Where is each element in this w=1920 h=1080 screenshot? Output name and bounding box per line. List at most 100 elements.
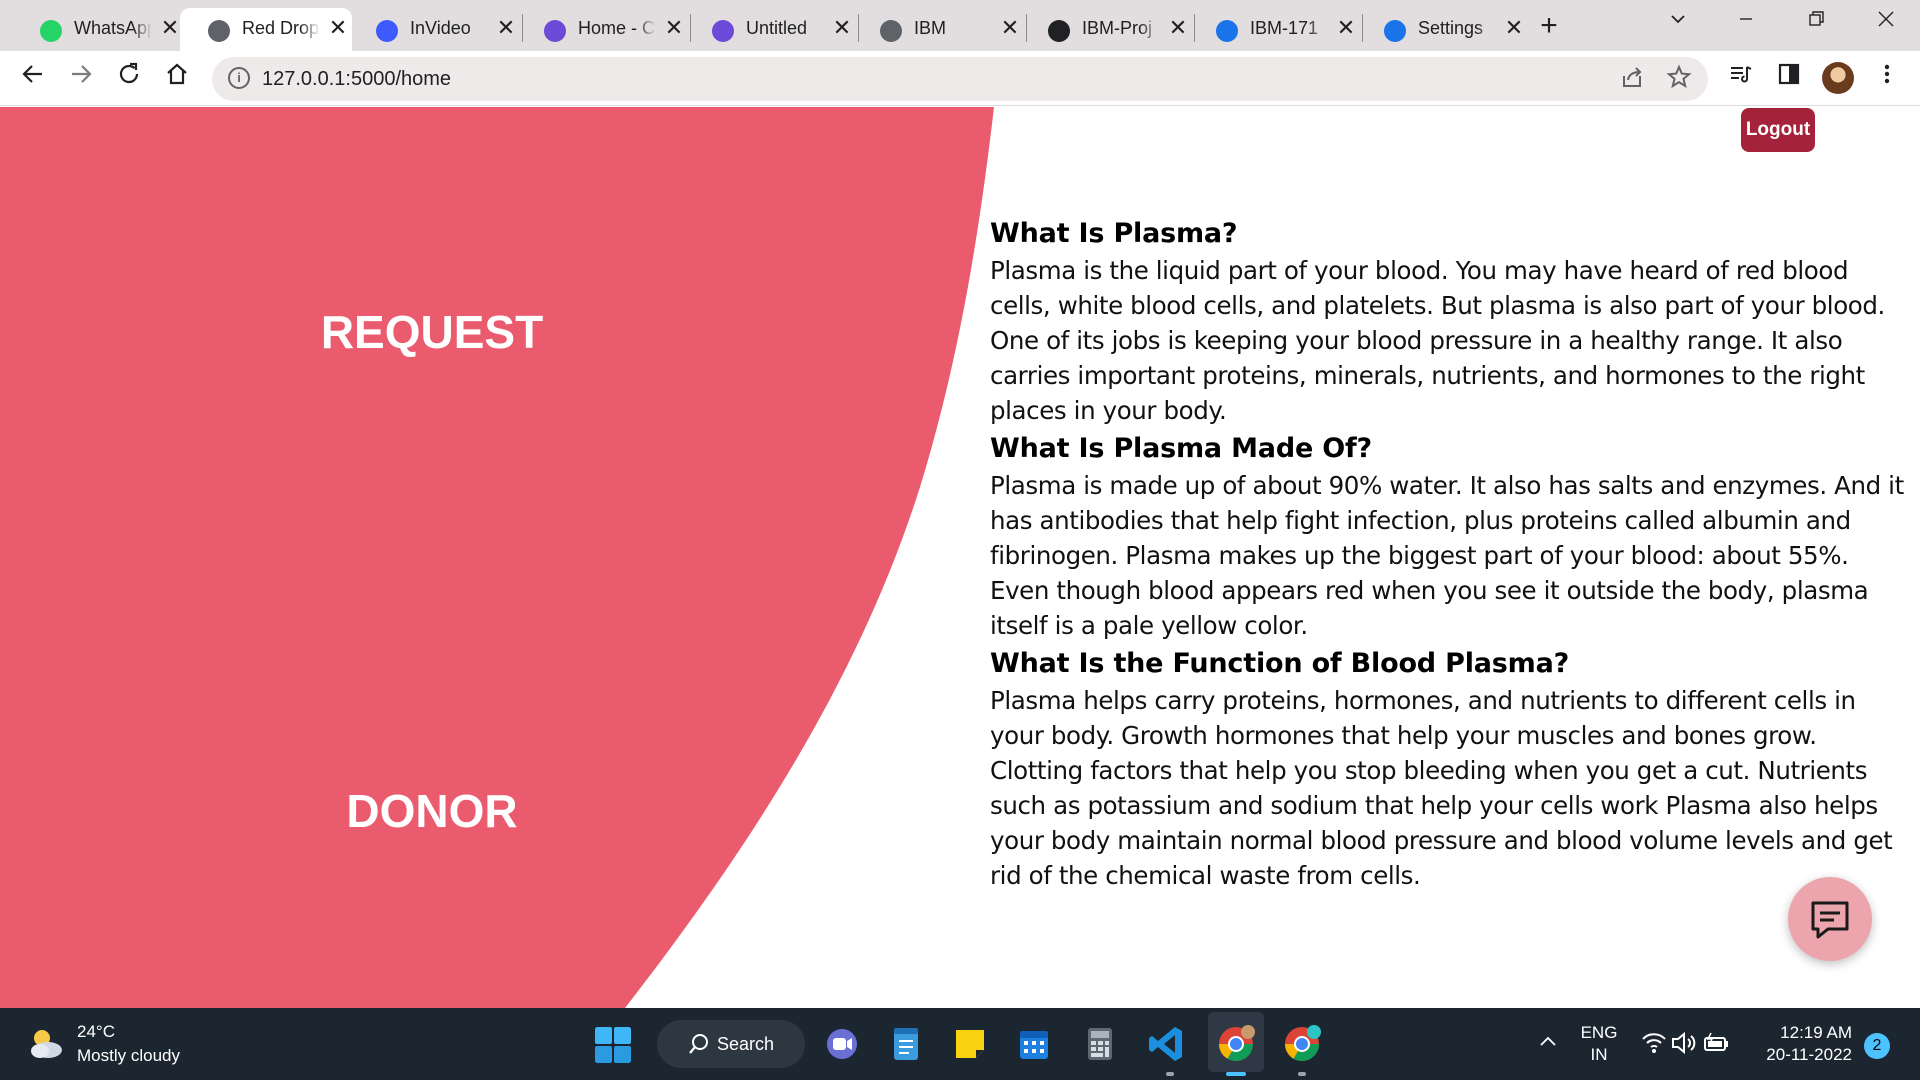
- globe-icon: [208, 20, 230, 42]
- battery-icon[interactable]: [1702, 1030, 1730, 1056]
- browser-tab[interactable]: InVideo ✕: [348, 8, 520, 51]
- weather-temperature[interactable]: 24°C: [77, 1022, 115, 1042]
- canva-icon: [544, 20, 566, 42]
- notepad-icon[interactable]: [884, 1022, 928, 1066]
- new-tab-button[interactable]: +: [1532, 10, 1566, 44]
- calculator-icon[interactable]: [1078, 1022, 1122, 1066]
- invideo-icon: [376, 20, 398, 42]
- logout-button[interactable]: Logout: [1741, 108, 1815, 152]
- more-menu-icon[interactable]: [1870, 61, 1904, 95]
- weather-description[interactable]: Mostly cloudy: [77, 1046, 180, 1066]
- section-body: Plasma is made up of about 90% water. It…: [990, 471, 1904, 640]
- chat-button[interactable]: [1788, 877, 1872, 961]
- vscode-icon[interactable]: [1144, 1022, 1188, 1066]
- chrome-icon[interactable]: [1214, 1022, 1258, 1066]
- request-link[interactable]: REQUEST: [232, 305, 632, 359]
- close-tab-icon[interactable]: ✕: [326, 16, 350, 40]
- running-indicator: [1166, 1072, 1174, 1076]
- canva-icon: [712, 20, 734, 42]
- decorative-blob: [0, 107, 994, 1008]
- browser-tab[interactable]: Home - C ✕: [516, 8, 688, 51]
- sticky-notes-icon[interactable]: [948, 1022, 992, 1066]
- search-label: Search: [717, 1034, 775, 1054]
- tab-title: InVideo: [410, 18, 471, 38]
- tab-title: IBM-Proj: [1082, 18, 1153, 38]
- taskbar: 24°C Mostly cloudy Search ENG IN 12:19 A…: [0, 1008, 1920, 1080]
- browser-tab[interactable]: IBM-Proj ✕: [1020, 8, 1192, 51]
- minimize-button[interactable]: [1726, 6, 1766, 40]
- gear-icon: [1384, 20, 1406, 42]
- calendar-icon[interactable]: [1012, 1022, 1056, 1066]
- donor-link[interactable]: DONOR: [232, 784, 632, 838]
- section-body: Plasma helps carry proteins, hormones, a…: [990, 686, 1893, 890]
- close-tab-icon[interactable]: ✕: [830, 16, 854, 40]
- language-indicator[interactable]: ENG IN: [1580, 1022, 1618, 1066]
- tab-title: Untitled: [746, 18, 808, 38]
- region-code: IN: [1590, 1045, 1608, 1064]
- browser-tab[interactable]: Untitled ✕: [684, 8, 856, 51]
- tab-title: WhatsApp: [74, 18, 152, 38]
- cloudy-weather-icon[interactable]: [26, 1024, 66, 1064]
- close-tab-icon[interactable]: ✕: [998, 16, 1022, 40]
- close-tab-icon[interactable]: ✕: [494, 16, 518, 40]
- close-tab-icon[interactable]: ✕: [158, 16, 182, 40]
- language-code: ENG: [1580, 1023, 1618, 1042]
- tab-title: IBM-171: [1250, 18, 1319, 38]
- media-control-icon[interactable]: [1724, 61, 1758, 95]
- date-text: 20-11-2022: [1766, 1045, 1852, 1064]
- url-text[interactable]: 127.0.0.1:5000/home: [262, 68, 451, 91]
- windows-start-icon[interactable]: [594, 1026, 632, 1064]
- tab-strip: WhatsApp ✕ Red Drop ✕ InVideo ✕ Home - C ✕ Untit…: [0, 0, 1920, 51]
- close-tab-icon[interactable]: ✕: [1502, 16, 1526, 40]
- back-arrow-icon[interactable]: [16, 61, 50, 95]
- address-bar[interactable]: i 127.0.0.1:5000/home: [212, 57, 1708, 101]
- browser-toolbar: i 127.0.0.1:5000/home: [0, 51, 1920, 106]
- article-content: What Is Plasma? Plasma is the liquid par…: [990, 215, 1914, 895]
- tab-search-chevron-icon[interactable]: [1658, 6, 1698, 40]
- close-tab-icon[interactable]: ✕: [1334, 16, 1358, 40]
- document-icon: [1216, 20, 1238, 42]
- wifi-icon[interactable]: [1640, 1030, 1668, 1056]
- search-icon: [689, 1034, 708, 1054]
- share-icon[interactable]: [1618, 64, 1648, 94]
- browser-tab[interactable]: WhatsApp ✕: [12, 8, 184, 51]
- notification-badge[interactable]: 2: [1864, 1033, 1890, 1059]
- tab-title: Red Drop: [242, 18, 320, 38]
- chat-icon: [1811, 901, 1849, 939]
- home-icon[interactable]: [160, 61, 194, 95]
- side-panel-icon[interactable]: [1772, 61, 1806, 95]
- restore-button[interactable]: [1796, 6, 1836, 40]
- section-heading: What Is the Function of Blood Plasma?: [990, 648, 1570, 679]
- running-indicator: [1298, 1072, 1306, 1076]
- tab-title: IBM: [914, 18, 947, 38]
- browser-tab[interactable]: IBM ✕: [852, 8, 1024, 51]
- teams-chat-icon[interactable]: [820, 1022, 864, 1066]
- whatsapp-icon: [40, 20, 62, 42]
- browser-tab[interactable]: Settings ✕: [1356, 8, 1528, 51]
- section-heading: What Is Plasma?: [990, 218, 1238, 249]
- globe-icon: [880, 20, 902, 42]
- time-text: 12:19 AM: [1780, 1023, 1852, 1042]
- active-indicator: [1226, 1072, 1246, 1076]
- clock[interactable]: 12:19 AM 20-11-2022: [1756, 1022, 1852, 1066]
- github-icon: [1048, 20, 1070, 42]
- bookmark-star-icon[interactable]: [1664, 64, 1694, 94]
- site-info-icon[interactable]: i: [228, 67, 250, 89]
- web-page: REQUEST DONOR Logout What Is Plasma? Pla…: [0, 107, 1920, 1008]
- chevron-up-icon[interactable]: [1536, 1030, 1560, 1054]
- tab-title: Settings: [1418, 18, 1484, 38]
- forward-arrow-icon[interactable]: [64, 61, 98, 95]
- close-window-button[interactable]: [1866, 6, 1906, 40]
- browser-tab[interactable]: Red Drop ✕: [180, 8, 352, 51]
- close-tab-icon[interactable]: ✕: [1166, 16, 1190, 40]
- section-heading: What Is Plasma Made Of?: [990, 433, 1373, 464]
- profile-avatar[interactable]: [1822, 62, 1854, 94]
- volume-icon[interactable]: [1670, 1030, 1698, 1056]
- taskbar-search-box[interactable]: Search: [657, 1020, 805, 1068]
- tab-title: Home - C: [578, 18, 656, 38]
- reload-icon[interactable]: [112, 61, 146, 95]
- chrome-profile-icon[interactable]: [1280, 1022, 1324, 1066]
- close-tab-icon[interactable]: ✕: [662, 16, 686, 40]
- section-body: Plasma is the liquid part of your blood.…: [990, 256, 1885, 425]
- browser-tab[interactable]: IBM-171 ✕: [1188, 8, 1360, 51]
